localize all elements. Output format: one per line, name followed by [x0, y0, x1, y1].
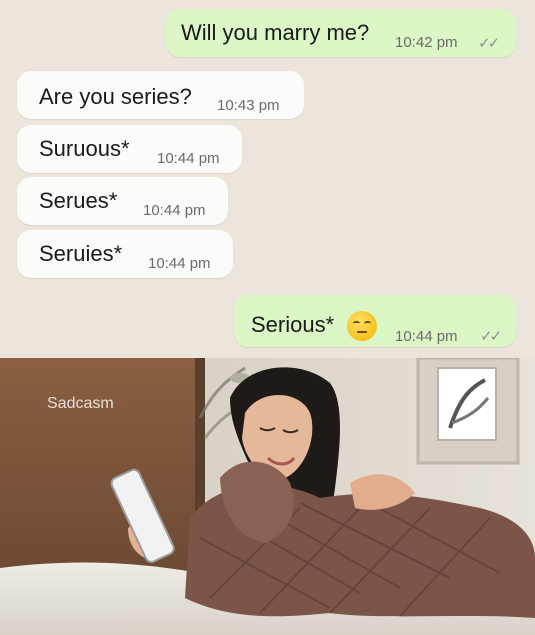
- message-time: 10:43 pm: [217, 97, 280, 114]
- message-text: Are you series?: [39, 84, 192, 109]
- message-bubble-incoming[interactable]: Serues* 10:44 pm: [17, 177, 228, 225]
- read-receipt-icon: ✓✓: [478, 35, 500, 52]
- message-bubble-incoming[interactable]: Suruous* 10:44 pm: [17, 125, 242, 173]
- photo-illustration: Sadcasm: [0, 358, 535, 635]
- message-time: 10:44 pm: [395, 328, 458, 345]
- message-text: Will you marry me?: [181, 20, 370, 45]
- message-text: Seruies*: [39, 241, 123, 266]
- message-time: 10:42 pm: [395, 34, 458, 51]
- message-text: Serious*: [251, 312, 335, 337]
- message-time: 10:44 pm: [157, 150, 220, 167]
- woman-with-phone-photo: Sadcasm: [0, 358, 535, 635]
- message-text: Suruous*: [39, 136, 130, 161]
- framed-picture-icon: [416, 358, 520, 465]
- unamused-face-emoji-icon: [347, 311, 377, 341]
- watermark-logo: Sadcasm: [47, 395, 114, 412]
- message-text: Serues*: [39, 188, 118, 213]
- message-bubble-incoming[interactable]: Seruies* 10:44 pm: [17, 230, 233, 278]
- message-time: 10:44 pm: [143, 202, 206, 219]
- chat-area: Will you marry me? 10:42 pm ✓✓ Are you s…: [0, 0, 535, 358]
- message-bubble-incoming[interactable]: Are you series? 10:43 pm: [17, 71, 304, 119]
- message-bubble-outgoing[interactable]: Will you marry me? 10:42 pm ✓✓: [166, 9, 516, 57]
- read-receipt-icon: ✓✓: [480, 328, 502, 345]
- message-time: 10:44 pm: [148, 255, 211, 272]
- message-bubble-outgoing[interactable]: Serious* 10:44 pm ✓✓: [234, 295, 516, 347]
